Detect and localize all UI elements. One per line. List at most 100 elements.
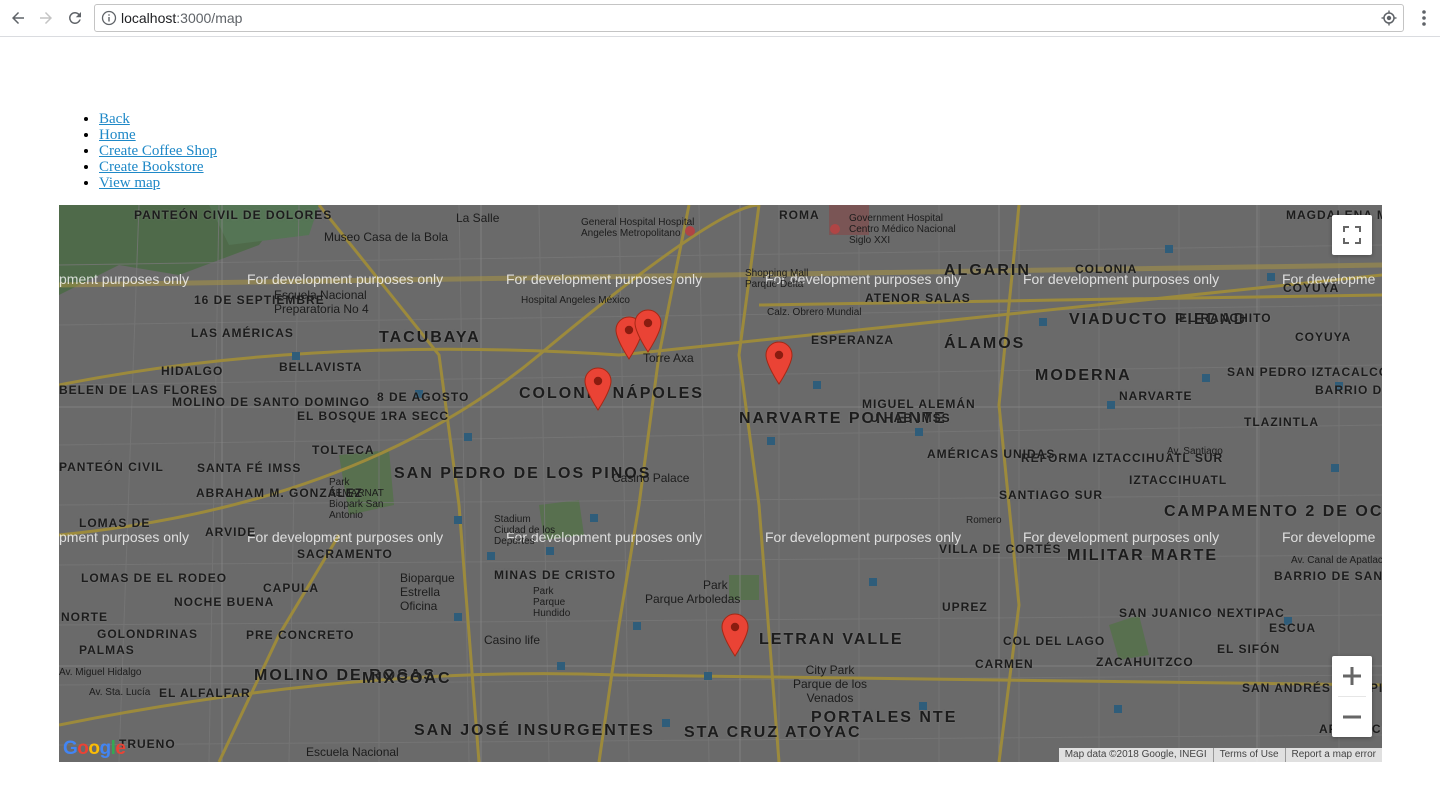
map-label: LOMAS DE EL RODEO — [81, 571, 228, 585]
zoom-in-button[interactable] — [1332, 656, 1372, 696]
dev-watermark: For developme — [1282, 529, 1376, 545]
map-label: HIDALGO — [161, 364, 224, 378]
map-label: U HAB IMSS — [870, 411, 951, 425]
browser-toolbar: localhost:3000/map — [0, 0, 1440, 37]
poi-label: Museo Casa de la Bola — [324, 230, 449, 244]
map-label: SAN PEDRO IZTACALCO — [1227, 365, 1382, 379]
map-label: SANTA FÉ IMSS — [197, 461, 302, 475]
map-pin-icon[interactable] — [584, 367, 612, 411]
poi-label: Park SEMARNAT Biopark San Antonio — [329, 477, 384, 521]
map-label: ESCUA — [1269, 621, 1317, 635]
map-pin-icon[interactable] — [765, 341, 793, 385]
reload-icon[interactable] — [63, 6, 87, 30]
fullscreen-icon — [1343, 226, 1361, 244]
map-label: ROMA — [779, 208, 820, 222]
map-label: ARVIDE — [205, 525, 257, 539]
dev-watermark: For development purposes only — [247, 271, 444, 287]
map-label: ÁLAMOS — [944, 335, 1026, 352]
map-label: CAMPAMENTO 2 DE OCTUBRE — [1164, 503, 1382, 520]
poi-label: Government Hospital Centro Médico Nacion… — [849, 213, 956, 246]
list-item: View map — [99, 175, 217, 191]
map-label: COLONIA — [1075, 262, 1138, 276]
poi-label: La Salle — [456, 211, 500, 225]
poi-label: Stadium Ciudad de los Deportes — [494, 514, 556, 547]
poi-label: General Hospital Hospital Angeles Metrop… — [581, 217, 695, 239]
nav-link-list: Back Home Create Coffee Shop Create Book… — [59, 111, 217, 191]
map-label: PORTALES NTE — [811, 709, 958, 726]
map-label: PALMAS — [79, 643, 135, 657]
poi-label: Escuela Nacional — [306, 745, 399, 759]
location-icon[interactable] — [1381, 10, 1397, 26]
map-label: COYUYA — [1283, 281, 1340, 295]
poi-label: Av. Canal de Apatlaco — [1291, 555, 1382, 566]
map-pin-icon[interactable] — [721, 613, 749, 657]
map-label: BARRIO DE SAN MIGUEL — [1274, 569, 1382, 583]
poi-label: Parque Arboledas — [645, 592, 741, 606]
google-logo[interactable]: Google — [63, 738, 126, 760]
map-label: LAS AMÉRICAS — [191, 326, 294, 340]
map-label: EL RANCHITO — [1179, 311, 1272, 325]
map-label: NORTE — [61, 610, 108, 624]
dev-watermark: pment purposes only — [59, 271, 189, 287]
plus-icon — [1343, 667, 1361, 685]
home-link[interactable]: Home — [99, 127, 136, 143]
terms-of-use-link[interactable]: Terms of Use — [1212, 748, 1285, 762]
map-label: ALGARIN — [944, 262, 1031, 279]
list-item: Create Coffee Shop — [99, 143, 217, 159]
google-map[interactable]: pment purposes only For development purp… — [59, 205, 1382, 762]
map-attribution: Map data ©2018 Google, INEGI Terms of Us… — [1058, 748, 1382, 762]
list-item: Home — [99, 127, 217, 143]
map-label: EL BOSQUE 1RA SECC — [297, 409, 450, 423]
create-bookstore-link[interactable]: Create Bookstore — [99, 159, 204, 175]
map-label: EL ALFALFAR — [159, 686, 251, 700]
address-bar[interactable]: localhost:3000/map — [94, 4, 1404, 32]
report-map-error-link[interactable]: Report a map error — [1284, 748, 1382, 762]
fullscreen-button[interactable] — [1332, 215, 1372, 255]
map-label: VILLA DE CORTÉS — [939, 542, 1062, 556]
poi-label: Park Parque Hundido — [533, 586, 571, 619]
poi-label: Casino Palace — [612, 471, 690, 485]
map-label: BARRIO DE ZAPOTLA — [1315, 383, 1382, 397]
map-label: NARVARTE — [1119, 389, 1193, 403]
map-label: MODERNA — [1035, 367, 1132, 384]
dev-watermark: For development purposes only — [247, 529, 444, 545]
map-label: PRE CONCRETO — [246, 628, 355, 642]
map-label: IZTACCIHUATL — [1129, 473, 1228, 487]
info-icon[interactable] — [101, 10, 117, 26]
poi-label: Av. Santiago — [1167, 446, 1223, 457]
map-label: TLAZINTLA — [1244, 415, 1319, 429]
poi-label: Shopping Mall Parque Delta — [745, 268, 809, 290]
forward-arrow-icon[interactable] — [34, 6, 58, 30]
map-pin-icon[interactable] — [634, 309, 662, 353]
back-arrow-icon[interactable] — [6, 6, 30, 30]
kebab-menu-icon[interactable] — [1416, 8, 1432, 28]
map-label: PANTEÓN CIVIL DE DOLORES — [134, 208, 333, 222]
back-link[interactable]: Back — [99, 111, 130, 127]
list-item: Create Bookstore — [99, 159, 217, 175]
map-label: MIXCOAC — [362, 670, 452, 687]
poi-label: Calz. Obrero Mundial — [767, 307, 862, 318]
create-coffee-shop-link[interactable]: Create Coffee Shop — [99, 143, 217, 159]
map-label: MOLINO DE SANTO DOMINGO — [172, 395, 371, 409]
map-label: COYUYA — [1295, 330, 1352, 344]
poi-label: Casino life — [484, 633, 541, 647]
map-label: UPREZ — [942, 600, 988, 614]
map-label: EL SIFÓN — [1217, 642, 1281, 656]
minus-icon — [1343, 715, 1361, 719]
poi-label: Av. Miguel Hidalgo — [59, 667, 142, 678]
map-label: GOLONDRINAS — [97, 627, 198, 641]
map-label: SAN JOSÉ INSURGENTES — [414, 722, 655, 739]
dev-watermark: For development purposes only — [765, 529, 962, 545]
map-label: BELLAVISTA — [279, 360, 363, 374]
map-label: TOLTECA — [312, 443, 375, 457]
map-label: LETRAN VALLE — [759, 631, 904, 648]
zoom-control — [1332, 656, 1372, 737]
view-map-link[interactable]: View map — [99, 175, 160, 191]
poi-label: Romero — [966, 515, 1002, 526]
map-label: MILITAR MARTE — [1067, 547, 1219, 564]
dev-watermark: pment purposes only — [59, 529, 189, 545]
map-label: NOCHE BUENA — [174, 595, 275, 609]
zoom-out-button[interactable] — [1332, 697, 1372, 737]
map-label: ESPERANZA — [811, 333, 895, 347]
poi-label: Torre Axa — [643, 351, 694, 365]
